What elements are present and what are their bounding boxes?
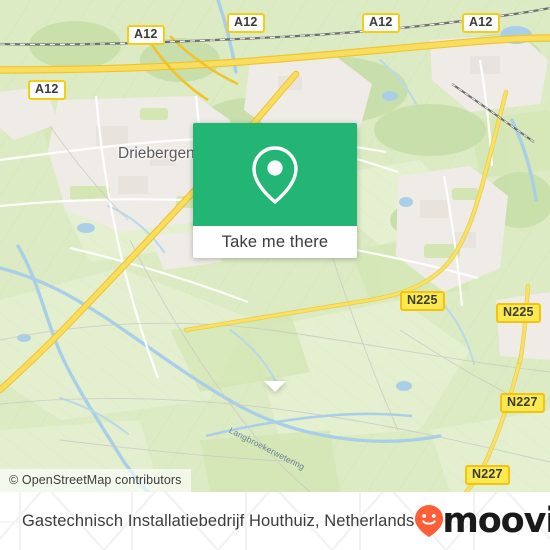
callout-icon-area (193, 123, 357, 226)
road-shield: A12 (227, 13, 265, 33)
road-shield: N227 (500, 393, 545, 413)
callout-tail (264, 381, 286, 392)
map-pin-icon (252, 145, 298, 204)
road-shield: A12 (28, 80, 66, 100)
road-shield: N225 (496, 303, 541, 323)
place-callout-card[interactable]: Take me there (193, 123, 357, 392)
road-shield: A12 (127, 25, 165, 45)
page-title: Gastechnisch Installatiebedrijf Houthuiz… (22, 511, 415, 530)
moovit-smiley-pin-icon (415, 505, 444, 537)
road-shield: N225 (400, 291, 445, 311)
moovit-wordmark: moovit (442, 501, 550, 541)
road-shield: A12 (462, 13, 500, 33)
place-label-driebergen: Driebergen (118, 145, 195, 162)
moovit-logo[interactable]: moovit (414, 492, 550, 550)
road-shield: A12 (362, 13, 400, 33)
screenshot-root: A12 A12 A12 A12 A12 N225 N225 N227 N227 … (0, 0, 550, 550)
callout-action-area[interactable]: Take me there (193, 226, 357, 258)
map-canvas[interactable]: A12 A12 A12 A12 A12 N225 N225 N227 N227 … (0, 0, 550, 492)
road-shield: N227 (465, 465, 510, 485)
footer-bar: Gastechnisch Installatiebedrijf Houthuiz… (0, 492, 550, 550)
take-me-there-label: Take me there (221, 232, 329, 251)
osm-attribution[interactable]: © OpenStreetMap contributors (0, 469, 191, 492)
